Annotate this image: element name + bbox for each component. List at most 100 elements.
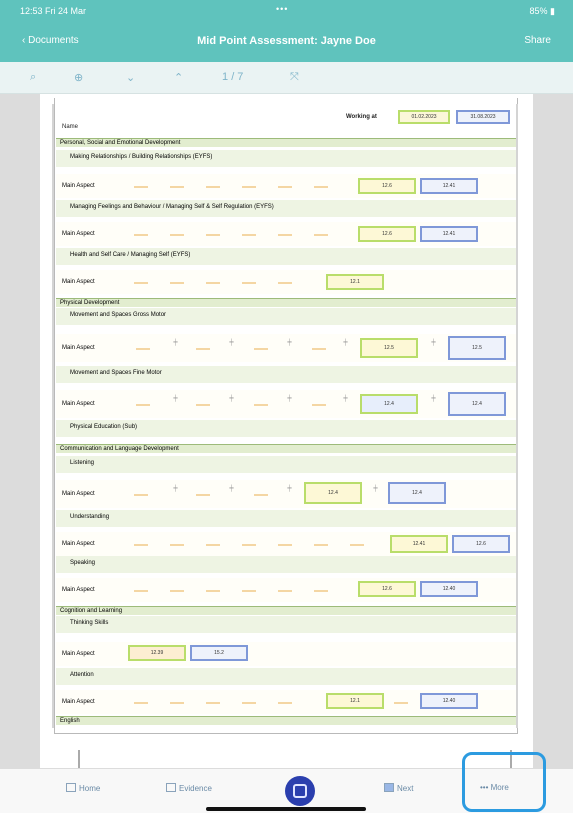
dash-marker [278,590,292,592]
tick-marker: ╪ [229,340,234,346]
subsection-title: Managing Feelings and Behaviour / Managi… [56,200,516,217]
score-green: 12.1 [326,693,384,709]
dash-marker [206,282,220,284]
score-blue: 12.5 [448,336,506,360]
battery-indicator: 85% ▮ [529,6,555,16]
dash-marker [170,544,184,546]
aspect-label: Main Aspect [62,401,95,407]
dash-marker [170,234,184,236]
aspect-label: Main Aspect [62,231,95,237]
dash-marker [278,544,292,546]
subsection-title: Physical Education (Sub) [56,420,516,437]
dash-marker [314,590,328,592]
page-title: Mid Point Assessment: Jayne Doe [197,35,376,47]
tick-marker: ╪ [343,340,348,346]
aspect-label: Main Aspect [62,345,95,351]
dash-marker [242,702,256,704]
dash-marker [206,590,220,592]
dash-marker [196,404,210,406]
subsection-title: Health and Self Care / Managing Self (EY… [56,248,516,265]
dash-marker [278,186,292,188]
dash-marker [278,702,292,704]
page-current: 1 [222,71,229,83]
tick-marker: ╪ [229,486,234,492]
tab-next-label: Next [397,784,414,793]
tab-next[interactable]: Next [384,783,413,793]
subsection-title: Making Relationships / Building Relation… [56,150,516,167]
score-green: 12.4 [304,482,362,504]
tab-evidence[interactable]: Evidence [166,783,212,793]
dash-marker [136,404,150,406]
aspect-row: Main Aspect [56,642,516,666]
dash-marker [206,544,220,546]
aspect-label: Main Aspect [62,183,95,189]
dash-marker [242,186,256,188]
dash-marker [242,544,256,546]
dash-marker [278,234,292,236]
home-icon [66,783,76,792]
dash-marker [134,702,148,704]
dash-marker [136,348,150,350]
score-green: 12.41 [390,535,448,553]
subsection-title: Movement and Spaces Fine Motor [56,366,516,383]
dash-marker [242,590,256,592]
working-at-label: Working at [346,114,377,120]
date-green: 01.02.2023 [398,110,450,124]
more-highlight-frame [462,752,546,812]
score-green: 12.6 [358,226,416,242]
score-blue: 12.41 [420,226,478,242]
score-blue: 12.41 [420,178,478,194]
dash-marker [206,186,220,188]
dash-marker [170,186,184,188]
dash-marker [134,544,148,546]
dash-marker [170,282,184,284]
expand-icon[interactable]: ⤧ [290,71,299,84]
score-blue: 12.4 [448,392,506,416]
dash-marker [170,590,184,592]
score-green: 12.5 [360,338,418,358]
zoom-icon[interactable]: ⊕ [74,71,83,84]
date-blue: 31.08.2023 [456,110,510,124]
dash-marker [206,234,220,236]
navigation-bar: ‹ Documents Mid Point Assessment: Jayne … [0,22,573,62]
aspect-label: Main Aspect [62,491,95,497]
aspect-label: Main Aspect [62,651,95,657]
score-blue: 12.6 [452,535,510,553]
dash-marker [134,186,148,188]
score-blue: 12.4 [388,482,446,504]
subsection-title: Movement and Spaces Gross Motor [56,308,516,325]
aspect-label: Main Aspect [62,699,95,705]
tick-marker: ╪ [431,396,436,402]
share-button[interactable]: Share [524,35,551,46]
dash-marker [170,702,184,704]
tab-home-label: Home [79,784,101,793]
score-blue: 12.40 [420,581,478,597]
chevron-down-icon[interactable]: ⌄ [126,71,135,84]
dash-marker [312,348,326,350]
dash-marker [134,590,148,592]
dash-marker [314,234,328,236]
tick-marker: ╪ [173,340,178,346]
subsection-title: Attention [56,668,516,685]
dash-marker [278,282,292,284]
section-title: Communication and Language Development [56,444,516,453]
dash-marker [314,186,328,188]
center-action-button[interactable] [285,776,315,806]
chevron-up-icon[interactable]: ⌃ [174,71,183,84]
score-green: 12.6 [358,178,416,194]
tick-marker: ╪ [287,396,292,402]
aspect-label: Main Aspect [62,541,95,547]
name-label: Name [62,124,79,130]
tick-marker: ╪ [343,396,348,402]
dash-marker [196,348,210,350]
tick-marker: ╪ [287,486,292,492]
page-indicator[interactable]: 1 / 7 [222,71,243,83]
search-icon[interactable]: ⌕ [30,71,36,84]
dash-marker [394,702,408,704]
pdf-toolbar: ⌕ ⊕ ⌄ ⌃ 1 / 7 ⤧ [0,62,573,94]
tab-home[interactable]: Home [66,783,100,793]
subsection-title: Listening [56,456,516,473]
subsection-title: Thinking Skills [56,616,516,633]
dash-marker [134,234,148,236]
dash-marker [242,282,256,284]
